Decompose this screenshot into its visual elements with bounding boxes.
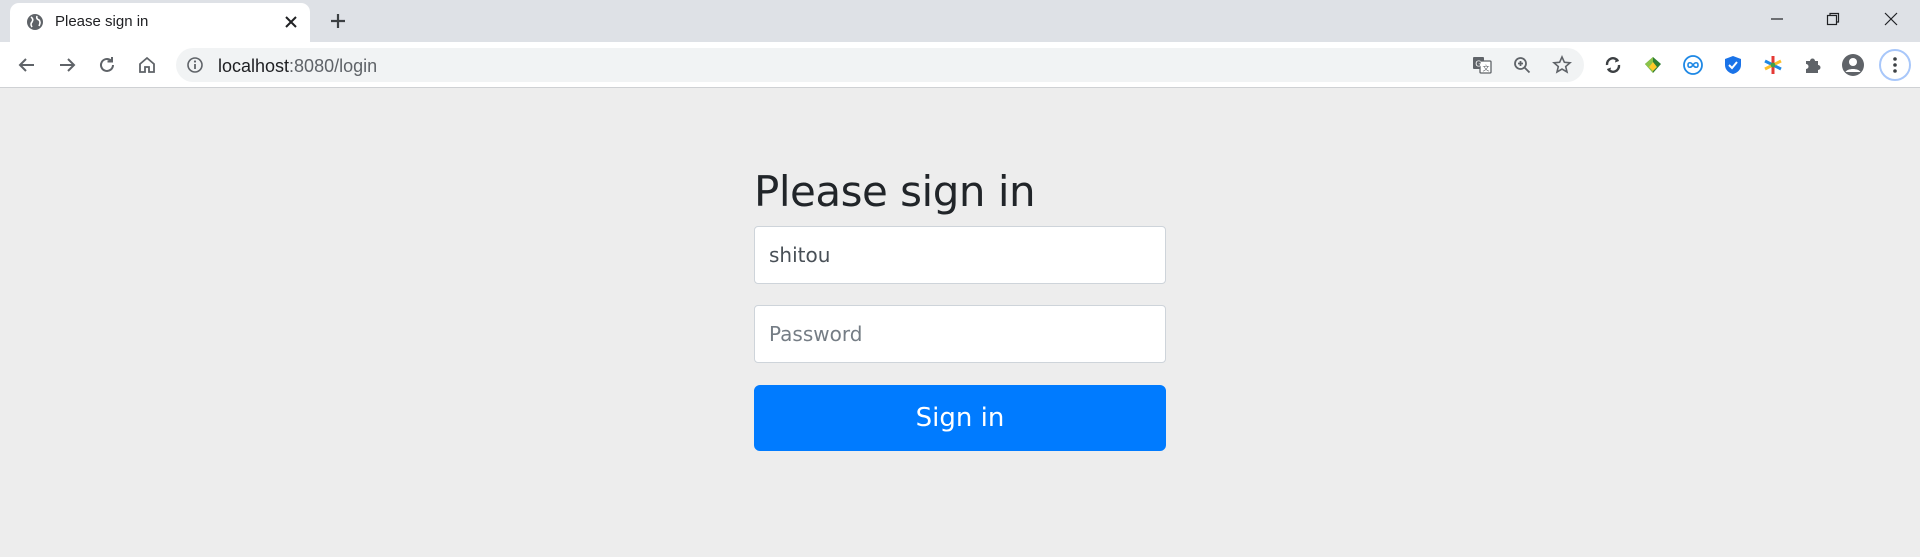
tab-close-icon[interactable]	[280, 11, 302, 33]
url-text: localhost:8080/login	[218, 56, 378, 76]
zoom-icon[interactable]	[1511, 54, 1533, 76]
svg-text:G: G	[1475, 60, 1481, 69]
username-field[interactable]	[754, 226, 1166, 284]
sign-in-form: Please sign in Sign in	[754, 160, 1166, 451]
globe-icon	[25, 12, 45, 32]
home-icon[interactable]	[131, 49, 163, 81]
svg-text:文: 文	[1483, 64, 1490, 73]
page-title: Please sign in	[754, 167, 1036, 216]
password-field[interactable]	[754, 305, 1166, 363]
puzzle-extensions-icon[interactable]	[1801, 53, 1825, 77]
browser-tab[interactable]: Please sign in	[10, 3, 310, 42]
profile-avatar-icon[interactable]	[1841, 53, 1865, 77]
new-tab-plus-icon[interactable]	[325, 8, 351, 34]
sync-extension-icon[interactable]	[1601, 53, 1625, 77]
reload-icon[interactable]	[91, 49, 123, 81]
colorful-star-extension-icon[interactable]	[1761, 53, 1785, 77]
browser-toolbar: localhost:8080/login G 文	[0, 42, 1920, 88]
sign-in-button[interactable]: Sign in	[754, 385, 1166, 451]
infinity-extension-icon[interactable]	[1681, 53, 1705, 77]
address-bar[interactable]: localhost:8080/login G 文	[176, 48, 1584, 82]
restore-icon[interactable]	[1805, 0, 1861, 38]
gem-extension-icon[interactable]	[1641, 53, 1665, 77]
back-arrow-icon[interactable]	[11, 49, 43, 81]
tab-title: Please sign in	[55, 13, 149, 30]
close-icon[interactable]	[1863, 0, 1919, 38]
forward-arrow-icon[interactable]	[51, 49, 83, 81]
translate-icon[interactable]: G 文	[1471, 54, 1493, 76]
bookmark-star-icon[interactable]	[1551, 54, 1573, 76]
tab-strip: Please sign in	[0, 0, 1920, 42]
shield-extension-icon[interactable]	[1721, 53, 1745, 77]
menu-kebab-icon[interactable]	[1879, 49, 1911, 81]
minimize-icon[interactable]	[1749, 0, 1805, 38]
site-info-icon[interactable]	[186, 56, 204, 74]
